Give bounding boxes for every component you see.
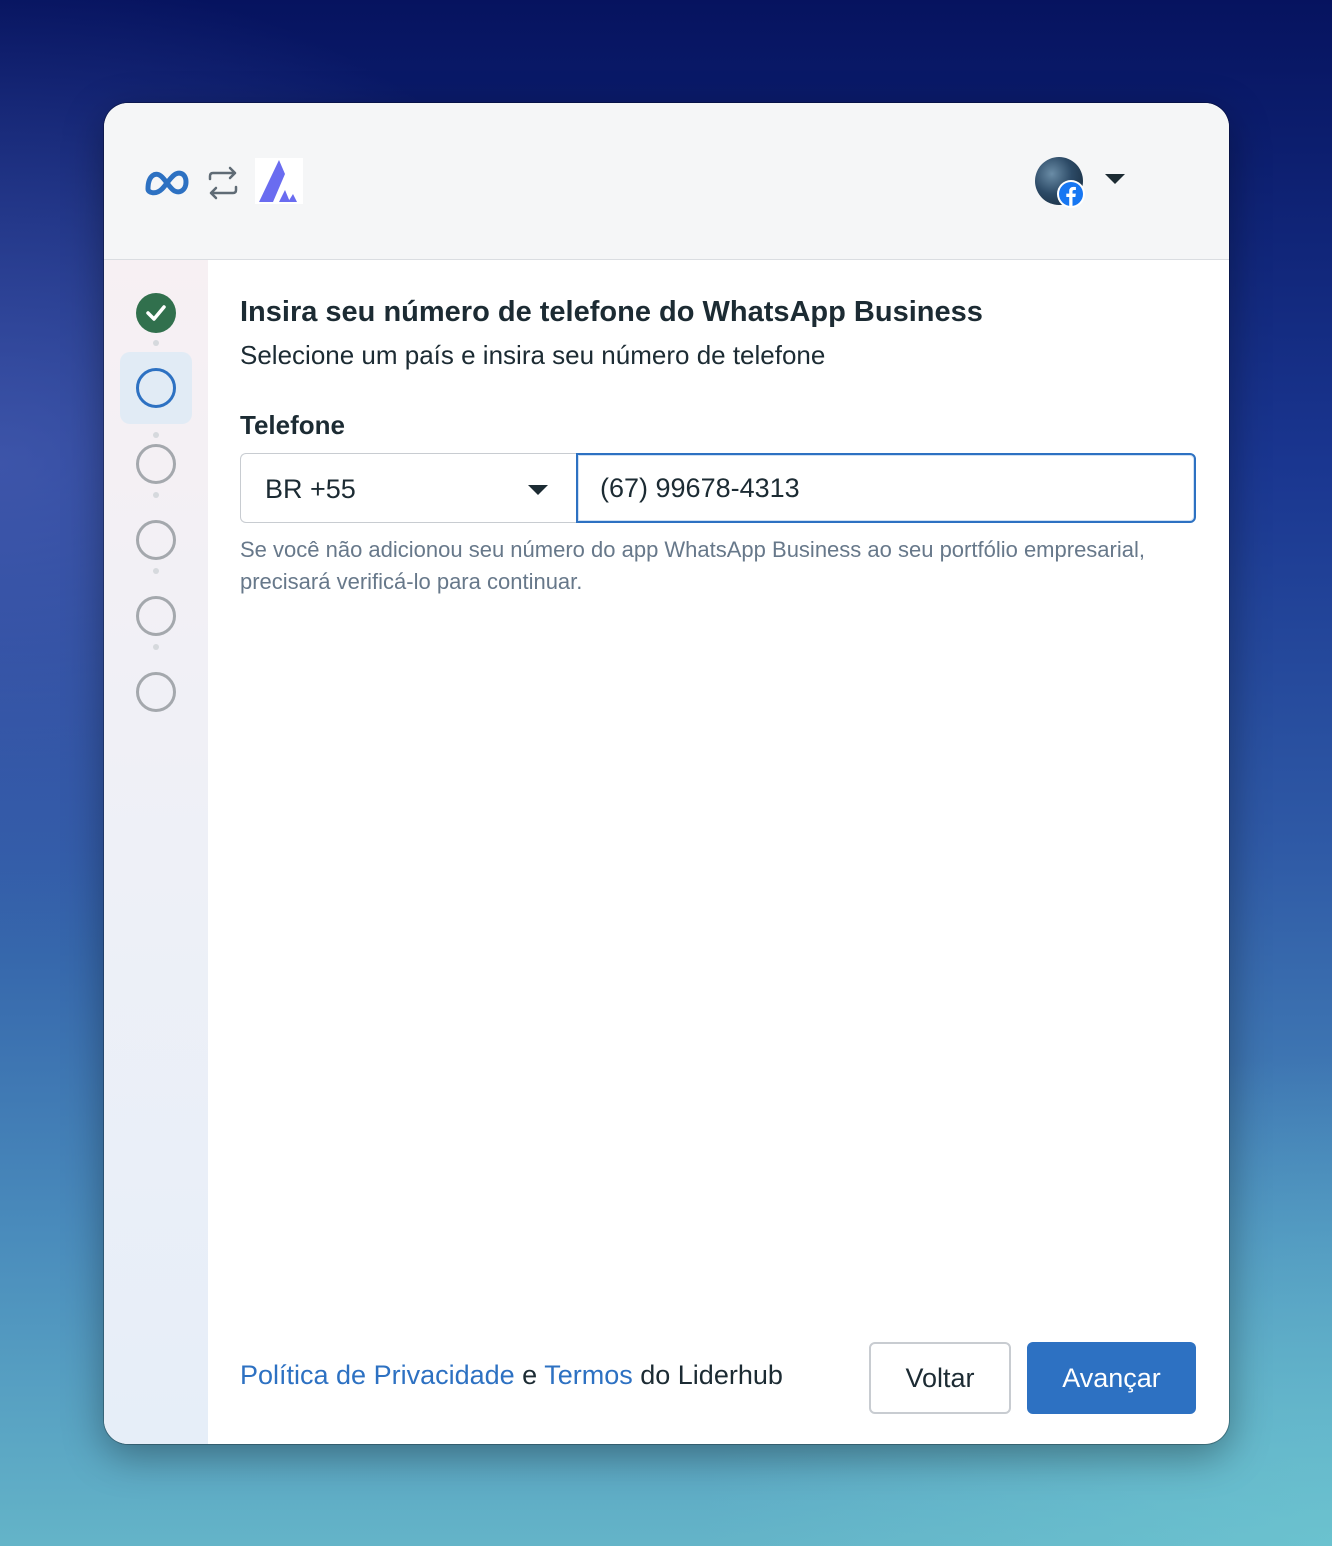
step-connector-dot bbox=[153, 340, 159, 346]
step-connector-dot bbox=[153, 568, 159, 574]
header-bar bbox=[104, 103, 1229, 260]
step-completed-check-icon bbox=[136, 293, 176, 333]
step-connector-dot bbox=[153, 492, 159, 498]
phone-number-input[interactable] bbox=[576, 453, 1196, 523]
progress-stepper bbox=[104, 260, 208, 1444]
account-menu-caret-icon[interactable] bbox=[1105, 174, 1125, 184]
step-pending-circle-icon bbox=[136, 672, 176, 712]
liderhub-logo-icon bbox=[255, 158, 303, 209]
facebook-icon bbox=[1057, 180, 1085, 208]
page-subtitle: Selecione um país e insira seu número de… bbox=[240, 340, 826, 370]
chevron-down-icon bbox=[528, 485, 548, 495]
footer-suffix: do Liderhub bbox=[640, 1360, 783, 1390]
phone-help-text: Se você não adicionou seu número do app … bbox=[240, 537, 1145, 594]
embedded-signup-window: Insira seu número de telefone do WhatsAp… bbox=[104, 103, 1229, 1444]
next-button[interactable]: Avançar bbox=[1027, 1342, 1196, 1414]
country-code-value: BR +55 bbox=[265, 474, 356, 504]
terms-link[interactable]: Termos bbox=[544, 1360, 633, 1390]
footer-connector: e bbox=[522, 1360, 538, 1390]
country-code-select[interactable]: BR +55 bbox=[240, 453, 576, 523]
back-button[interactable]: Voltar bbox=[869, 1342, 1011, 1414]
step-pending-circle-icon bbox=[136, 520, 176, 560]
step-pending-circle-icon bbox=[136, 444, 176, 484]
phone-field-label: Telefone bbox=[240, 410, 345, 440]
privacy-policy-link[interactable]: Política de Privacidade bbox=[240, 1360, 515, 1390]
page-title: Insira seu número de telefone do WhatsAp… bbox=[240, 296, 983, 328]
step-connector-dot bbox=[153, 432, 159, 438]
swap-icon bbox=[205, 165, 241, 206]
step-current-circle-icon bbox=[136, 368, 176, 408]
step-pending-circle-icon bbox=[136, 596, 176, 636]
footer-legal-text: Política de Privacidade e Termos do Lide… bbox=[240, 1360, 783, 1391]
step-connector-dot bbox=[153, 644, 159, 650]
meta-logo-icon bbox=[142, 165, 192, 204]
